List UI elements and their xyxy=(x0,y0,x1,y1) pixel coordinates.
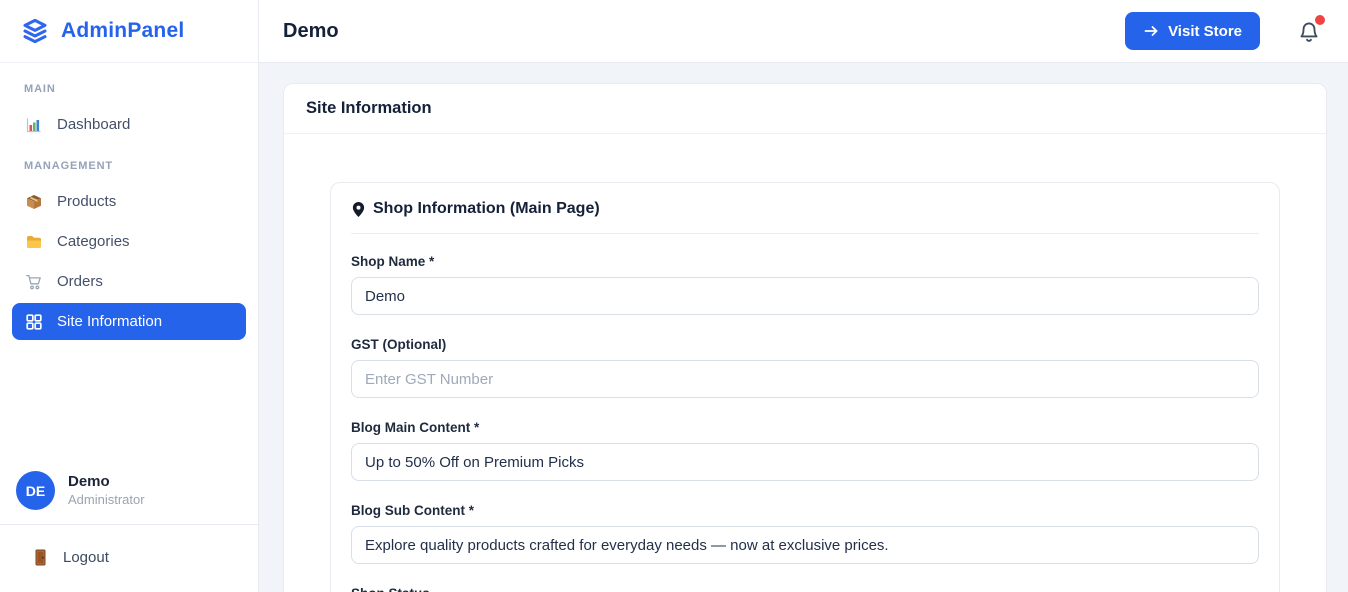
grid-icon xyxy=(24,312,43,331)
section-title: Shop Information (Main Page) xyxy=(373,200,600,218)
sidebar-footer: DE Demo Administrator Logout xyxy=(0,459,258,592)
user-role: Administrator xyxy=(68,492,145,508)
section-label-main: MAIN xyxy=(0,69,258,103)
sidebar-item-label: Dashboard xyxy=(57,116,130,133)
blog-main-content-input[interactable] xyxy=(351,443,1259,481)
sidebar-item-categories[interactable]: Categories xyxy=(12,223,246,260)
sidebar: AdminPanel MAIN Dashboard MANAGEMENT xyxy=(0,0,259,592)
folder-icon xyxy=(24,232,43,251)
user-name: Demo xyxy=(68,473,145,492)
shop-information-section: Shop Information (Main Page) Shop Name *… xyxy=(330,182,1280,592)
page-title: Demo xyxy=(283,20,339,43)
user-profile[interactable]: DE Demo Administrator xyxy=(0,459,258,524)
cart-icon xyxy=(24,272,43,291)
bar-chart-icon xyxy=(24,115,43,134)
visit-store-label: Visit Store xyxy=(1168,23,1242,40)
field-label: Blog Sub Content * xyxy=(351,503,1259,518)
card-body: Shop Information (Main Page) Shop Name *… xyxy=(284,134,1326,592)
sidebar-item-orders[interactable]: Orders xyxy=(12,263,246,300)
avatar: DE xyxy=(16,471,55,510)
map-pin-icon xyxy=(351,201,366,218)
top-bar-actions: Visit Store xyxy=(1125,12,1322,50)
shop-name-input[interactable] xyxy=(351,277,1259,315)
card-header: Site Information xyxy=(284,84,1326,134)
section-label-management: MANAGEMENT xyxy=(0,146,258,180)
section-divider xyxy=(351,233,1259,234)
field-label: Shop Status xyxy=(351,586,1259,592)
field-label: Blog Main Content * xyxy=(351,420,1259,435)
field-blog-main-content: Blog Main Content * xyxy=(351,420,1259,481)
sidebar-item-label: Categories xyxy=(57,233,130,250)
site-information-card: Site Information Shop Information (Main … xyxy=(283,83,1327,592)
notifications-button[interactable] xyxy=(1296,18,1322,44)
field-label: Shop Name * xyxy=(351,254,1259,269)
logout-button[interactable]: Logout xyxy=(0,525,258,592)
logout-label: Logout xyxy=(63,549,109,566)
layers-icon xyxy=(20,16,50,46)
field-blog-sub-content: Blog Sub Content * xyxy=(351,503,1259,564)
field-shop-status: Shop Status xyxy=(351,586,1259,592)
notification-dot xyxy=(1315,15,1325,25)
field-shop-name: Shop Name * xyxy=(351,254,1259,315)
gst-input[interactable] xyxy=(351,360,1259,398)
sidebar-item-dashboard[interactable]: Dashboard xyxy=(12,106,246,143)
sidebar-item-site-information[interactable]: Site Information xyxy=(12,303,246,340)
sidebar-item-label: Orders xyxy=(57,273,103,290)
brand-name: AdminPanel xyxy=(61,19,184,43)
card-title: Site Information xyxy=(306,99,432,117)
field-gst: GST (Optional) xyxy=(351,337,1259,398)
sidebar-item-products[interactable]: Products xyxy=(12,183,246,220)
sidebar-item-label: Products xyxy=(57,193,116,210)
visit-store-button[interactable]: Visit Store xyxy=(1125,12,1260,50)
package-icon xyxy=(24,192,43,211)
sidebar-item-label: Site Information xyxy=(57,313,162,330)
door-icon xyxy=(33,549,48,566)
section-header: Shop Information (Main Page) xyxy=(351,200,1259,218)
field-label: GST (Optional) xyxy=(351,337,1259,352)
arrow-right-icon xyxy=(1143,23,1159,39)
main-content: Site Information Shop Information (Main … xyxy=(259,63,1348,592)
sidebar-nav: MAIN Dashboard MANAGEMENT xyxy=(0,63,258,459)
top-bar: Demo Visit Store xyxy=(259,0,1348,63)
brand[interactable]: AdminPanel xyxy=(0,0,258,63)
blog-sub-content-input[interactable] xyxy=(351,526,1259,564)
